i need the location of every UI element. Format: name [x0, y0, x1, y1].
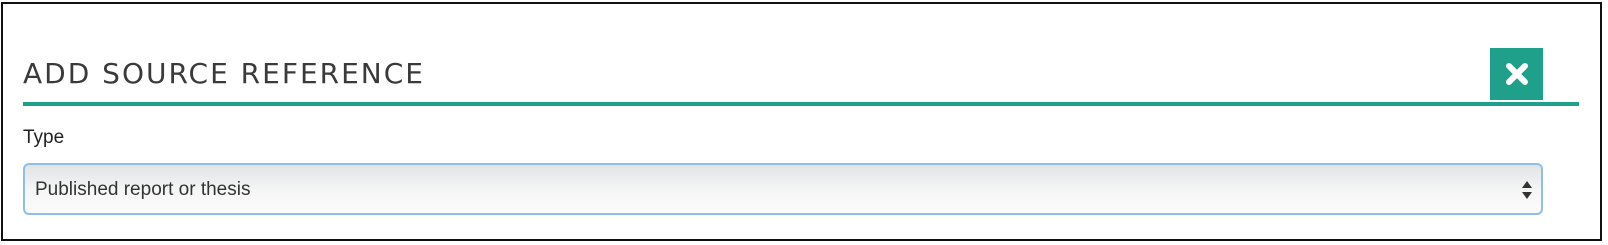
close-button[interactable]: [1490, 48, 1543, 100]
dialog-header: ADD SOURCE REFERENCE: [23, 48, 1579, 108]
dialog-title: ADD SOURCE REFERENCE: [23, 57, 425, 90]
type-select-value: Published report or thesis: [35, 179, 251, 200]
type-label: Type: [23, 127, 65, 148]
close-x-icon: [1504, 61, 1530, 87]
type-select[interactable]: Published report or thesis: [23, 163, 1543, 215]
header-divider: [23, 102, 1579, 106]
up-down-arrows-icon: [1521, 180, 1533, 200]
